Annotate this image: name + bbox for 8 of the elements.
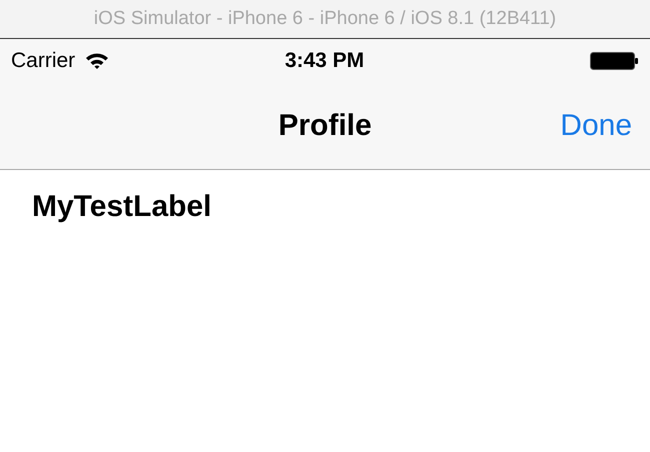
status-time: 3:43 PM bbox=[284, 49, 364, 73]
nav-title: Profile bbox=[278, 109, 372, 143]
test-label: MyTestLabel bbox=[32, 190, 212, 223]
carrier-label: Carrier bbox=[11, 49, 76, 73]
wifi-icon bbox=[85, 52, 110, 70]
done-button[interactable]: Done bbox=[560, 109, 632, 143]
battery-icon bbox=[590, 52, 638, 70]
window-title: iOS Simulator - iPhone 6 - iPhone 6 / iOS 8.1 (12B411) bbox=[94, 8, 556, 30]
